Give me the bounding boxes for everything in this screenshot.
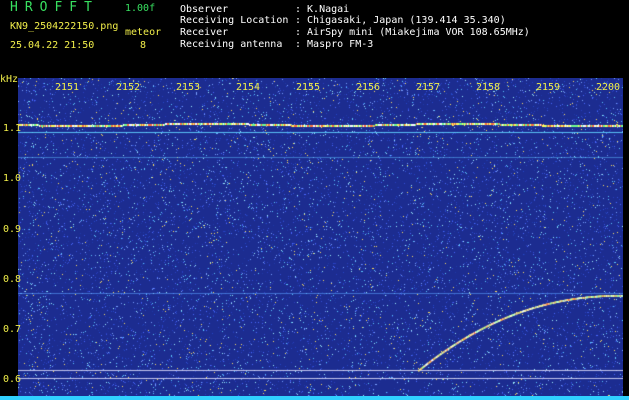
y-axis-unit: kHz	[0, 74, 19, 85]
x-tick-label: 2200	[596, 82, 621, 93]
y-tick-label: 0.9	[3, 224, 22, 235]
x-tick-label: 2158	[476, 82, 501, 93]
baseline-strip	[0, 396, 629, 400]
meteor-label: meteor	[125, 27, 162, 38]
filename-label: KN9_2504222150.png	[10, 21, 119, 32]
spectrogram-canvas	[18, 78, 623, 396]
x-tick-label: 2154	[236, 82, 261, 93]
y-tick-label: 0.6	[3, 374, 22, 385]
app-title: HROFFT	[10, 0, 99, 15]
y-tick-label: 1.1	[3, 123, 22, 134]
x-tick-label: 2157	[416, 82, 441, 93]
x-tick-label: 2152	[116, 82, 141, 93]
meteor-count: 8	[140, 40, 147, 51]
y-tick-label: 1.0	[3, 173, 22, 184]
spectrogram-plot	[18, 78, 623, 396]
location-value: : Chigasaki, Japan (139.414 35.340)	[295, 15, 506, 26]
x-tick-label: 2153	[176, 82, 201, 93]
datetime-label: 25.04.22 21:50	[10, 40, 95, 51]
receiver-label: Receiver	[180, 27, 229, 38]
x-tick-label: 2159	[536, 82, 561, 93]
x-tick-label: 2155	[296, 82, 321, 93]
antenna-label: Receiving antenna	[180, 39, 283, 50]
y-tick-label: 0.7	[3, 324, 22, 335]
receiver-value: : AirSpy mini (Miakejima VOR 108.65MHz)	[295, 27, 530, 38]
y-tick-label: 0.8	[3, 274, 22, 285]
antenna-value: : Maspro FM-3	[295, 39, 374, 50]
version-label: 1.00f	[125, 3, 156, 14]
x-tick-label: 2156	[356, 82, 381, 93]
header-panel: HROFFT 1.00f KN9_2504222150.png meteor 8…	[0, 0, 629, 75]
location-label: Receiving Location	[180, 15, 289, 26]
x-tick-label: 2151	[55, 82, 80, 93]
